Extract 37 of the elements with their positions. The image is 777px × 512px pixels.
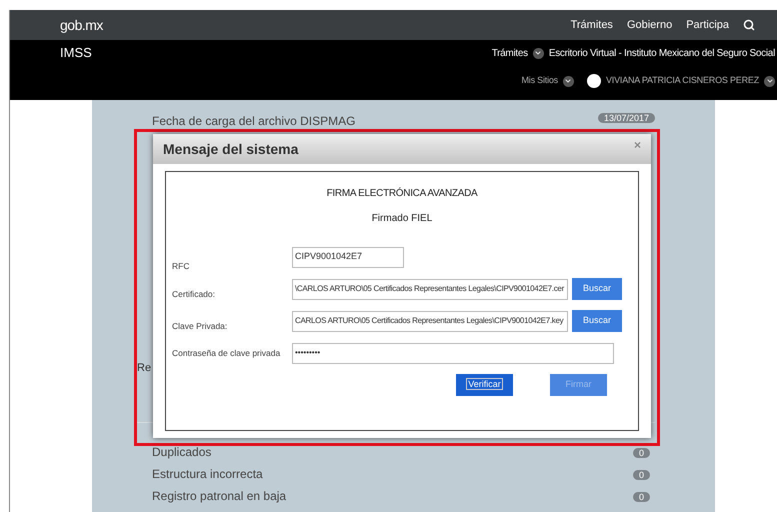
field-label: RFC [172,260,190,272]
browse-button[interactable]: Buscar [572,310,622,332]
row-label: Duplicados [152,444,212,461]
rfc-field[interactable]: CIPV9001042E7 [292,246,404,268]
site-logo[interactable]: gob.mx [60,14,103,36]
action-button[interactable]: Verificar [456,374,513,396]
file-path-field[interactable]: \CARLOS ARTURO\05 Certificados Representantes Legales\CIPV9001042E7.cer [292,278,568,300]
dialog-title: Mensaje del sistema [163,140,298,159]
browse-button[interactable]: Buscar [572,278,622,300]
menu-link[interactable]: Trámites [492,46,528,60]
nav-link[interactable]: Trámites [570,16,613,34]
nav-link[interactable]: Gobierno [626,16,672,34]
count-badge: 0 [632,470,650,480]
field-label: Clave Privada: [172,320,228,332]
user-name[interactable]: VIVIANA PATRICIA CISNEROS PEREZ [606,74,759,88]
dropdown-caret-icon [562,76,574,86]
my-sites-link[interactable]: Mis Sitios [521,74,558,88]
count-badge: 0 [632,448,650,458]
file-path-field[interactable]: CARLOS ARTURO\05 Certificados Representantes Legales\CIPV9001042E7.key [292,310,568,332]
form-heading: FIRMA ELECTRÓNICA AVANZADA [326,186,478,201]
field-label: Contraseña de clave privada [172,346,282,360]
nav-link[interactable]: Participa [686,16,729,34]
count-badge: 0 [632,492,650,502]
dropdown-caret-icon [764,76,775,86]
password-field[interactable]: ••••••••• [292,342,614,364]
search-icon[interactable] [743,19,755,31]
row-label: Registro patronal en baja [152,488,286,505]
field-label: Certificado: [172,288,216,300]
site-title: IMSS [60,44,92,62]
dropdown-caret-icon [532,48,544,58]
form-subheading: Firmado FIEL [372,212,432,226]
row-label: Fecha de carga del archivo DISPMAG [152,113,356,130]
avatar-icon [586,74,601,88]
row-label: Estructura incorrecta [152,466,263,483]
section-label: Re [137,361,152,376]
count-badge: 13/07/2017 [598,113,655,123]
site-name: Escritorio Virtual - Instituto Mexicano del Seguro Social [548,46,775,60]
